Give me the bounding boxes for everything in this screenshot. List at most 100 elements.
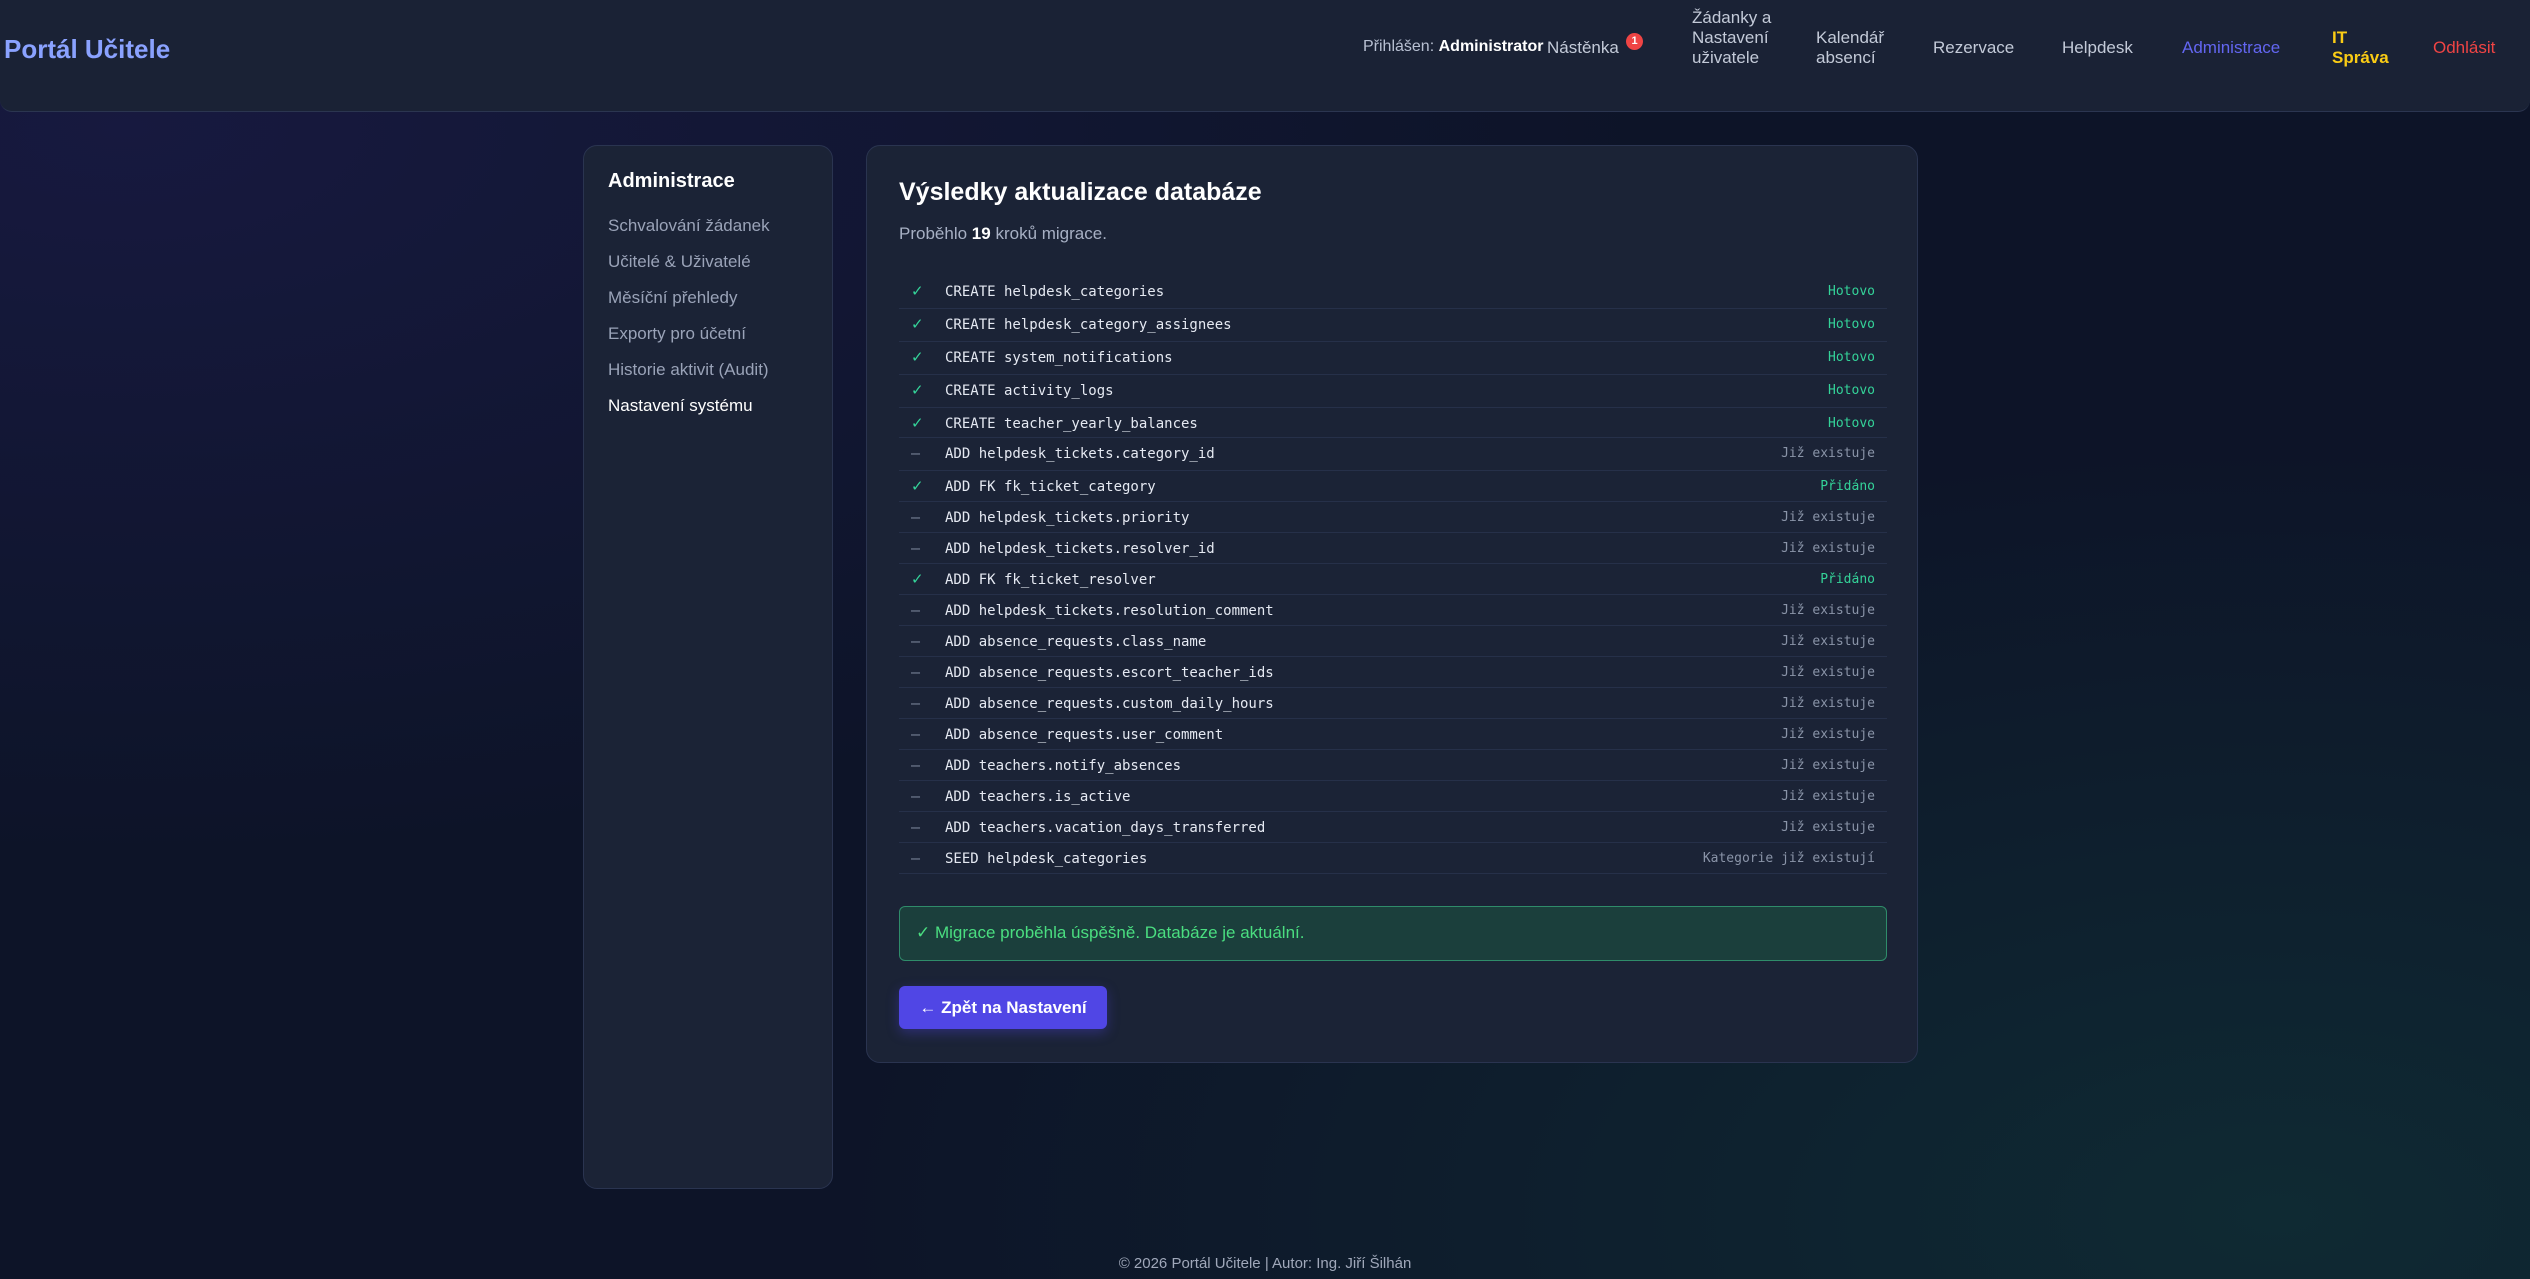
summary-suffix: kroků migrace. bbox=[995, 224, 1107, 243]
migration-steps-list: ✓ CREATE helpdesk_categories Hotovo ✓ CREATE… bbox=[899, 276, 1887, 874]
back-to-settings-button[interactable]: ← Zpět na Nastavení bbox=[899, 986, 1107, 1029]
step-status: Hotovo bbox=[1828, 416, 1875, 431]
check-icon: ✓ bbox=[911, 381, 924, 399]
dash-icon: – bbox=[911, 663, 921, 681]
page-title: Výsledky aktualizace databáze bbox=[899, 178, 1262, 206]
step-command: ADD helpdesk_tickets.category_id bbox=[945, 446, 1215, 462]
dash-icon: – bbox=[911, 444, 921, 462]
admin-sidebar: Administrace Schvalování žádanek Učitelé… bbox=[583, 145, 833, 1189]
step-status: Již existuje bbox=[1781, 696, 1875, 711]
sidebar-item-activity-history[interactable]: Historie aktivit (Audit) bbox=[608, 360, 769, 380]
step-status: Přidáno bbox=[1820, 572, 1875, 587]
check-icon: ✓ bbox=[911, 570, 924, 588]
step-status: Již existuje bbox=[1781, 541, 1875, 556]
step-command: ADD FK fk_ticket_category bbox=[945, 479, 1156, 495]
step-command: CREATE helpdesk_categories bbox=[945, 284, 1165, 300]
migration-step-row: – ADD absence_requests.escort_teacher_ids… bbox=[899, 657, 1887, 688]
brand-logo[interactable]: Portál Učitele bbox=[4, 34, 170, 65]
step-command: ADD absence_requests.user_comment bbox=[945, 727, 1224, 743]
migration-step-row: – ADD teachers.notify_absences Již existuj… bbox=[899, 750, 1887, 781]
summary-count: 19 bbox=[971, 224, 991, 243]
step-status: Hotovo bbox=[1828, 383, 1875, 398]
dash-icon: – bbox=[911, 818, 921, 836]
nav-logout[interactable]: Odhlásit bbox=[2433, 38, 2495, 58]
check-icon: ✓ bbox=[911, 315, 924, 333]
step-status: Již existuje bbox=[1781, 727, 1875, 742]
nav-dashboard-label: Nástěnka bbox=[1547, 38, 1619, 57]
dash-icon: – bbox=[911, 539, 921, 557]
step-status: Již existuje bbox=[1781, 603, 1875, 618]
nav-it-management[interactable]: IT Správa bbox=[2332, 28, 2392, 68]
nav-administration[interactable]: Administrace bbox=[2182, 38, 2280, 58]
step-status: Kategorie již existují bbox=[1702, 851, 1875, 866]
migration-step-row: ✓ CREATE activity_logs Hotovo bbox=[899, 375, 1887, 408]
step-command: SEED helpdesk_categories bbox=[945, 851, 1148, 867]
dash-icon: – bbox=[911, 694, 921, 712]
step-command: ADD helpdesk_tickets.resolver_id bbox=[945, 541, 1215, 557]
step-command: ADD absence_requests.custom_daily_hours bbox=[945, 696, 1274, 712]
check-icon: ✓ bbox=[911, 414, 924, 432]
summary-prefix: Proběhlo bbox=[899, 224, 968, 243]
step-command: ADD absence_requests.escort_teacher_ids bbox=[945, 665, 1274, 681]
sidebar-item-accounting-exports[interactable]: Exporty pro účetní bbox=[608, 324, 746, 344]
step-command: ADD absence_requests.class_name bbox=[945, 634, 1207, 650]
nav-absence-calendar[interactable]: Kalendář absencí bbox=[1816, 28, 1896, 68]
migration-step-row: – ADD absence_requests.custom_daily_hours… bbox=[899, 688, 1887, 719]
sidebar-item-request-approval[interactable]: Schvalování žádanek bbox=[608, 216, 770, 236]
logged-in-info: Přihlášen: Administrator bbox=[1363, 38, 1544, 56]
migration-step-row: – ADD teachers.is_active Již existuje bbox=[899, 781, 1887, 812]
step-status: Již existuje bbox=[1781, 634, 1875, 649]
step-status: Již existuje bbox=[1781, 820, 1875, 835]
migration-step-row: ✓ ADD FK fk_ticket_resolver Přidáno bbox=[899, 564, 1887, 595]
dash-icon: – bbox=[911, 601, 921, 619]
nav-requests[interactable]: Žádanky a Nastavení uživatele bbox=[1692, 8, 1774, 68]
step-command: CREATE teacher_yearly_balances bbox=[945, 416, 1198, 432]
migration-step-row: – ADD teachers.vacation_days_transferred J… bbox=[899, 812, 1887, 843]
nav-helpdesk[interactable]: Helpdesk bbox=[2062, 38, 2133, 58]
sidebar-item-monthly-overviews[interactable]: Měsíční přehledy bbox=[608, 288, 737, 308]
step-command: CREATE helpdesk_category_assignees bbox=[945, 317, 1232, 333]
dash-icon: – bbox=[911, 787, 921, 805]
migration-step-row: – ADD absence_requests.class_name Již exis… bbox=[899, 626, 1887, 657]
step-command: CREATE activity_logs bbox=[945, 383, 1114, 399]
dash-icon: – bbox=[911, 725, 921, 743]
step-status: Přidáno bbox=[1820, 479, 1875, 494]
migration-step-row: – ADD helpdesk_tickets.resolver_id Již exi… bbox=[899, 533, 1887, 564]
migration-results-card: Výsledky aktualizace databáze Proběhlo 1… bbox=[866, 145, 1918, 1063]
migration-step-row: – SEED helpdesk_categories Kategorie již e… bbox=[899, 843, 1887, 874]
step-command: CREATE system_notifications bbox=[945, 350, 1173, 366]
migration-step-row: ✓ ADD FK fk_ticket_category Přidáno bbox=[899, 471, 1887, 502]
logged-in-user: Administrator bbox=[1438, 38, 1544, 55]
sidebar-item-system-settings[interactable]: Nastavení systému bbox=[608, 396, 753, 416]
migration-step-row: ✓ CREATE helpdesk_categories Hotovo bbox=[899, 276, 1887, 309]
step-command: ADD FK fk_ticket_resolver bbox=[945, 572, 1156, 588]
success-alert: ✓ Migrace proběhla úspěšně. Databáze je … bbox=[899, 906, 1887, 961]
step-command: ADD teachers.vacation_days_transferred bbox=[945, 820, 1266, 836]
migration-summary: Proběhlo 19 kroků migrace. bbox=[899, 224, 1107, 244]
migration-step-row: ✓ CREATE system_notifications Hotovo bbox=[899, 342, 1887, 375]
dash-icon: – bbox=[911, 508, 921, 526]
check-icon: ✓ bbox=[911, 348, 924, 366]
logged-in-label: Přihlášen: bbox=[1363, 38, 1435, 55]
sidebar-title: Administrace bbox=[608, 170, 735, 192]
migration-step-row: – ADD helpdesk_tickets.resolution_comment… bbox=[899, 595, 1887, 626]
dash-icon: – bbox=[911, 756, 921, 774]
step-status: Již existuje bbox=[1781, 446, 1875, 461]
step-status: Hotovo bbox=[1828, 284, 1875, 299]
dash-icon: – bbox=[911, 632, 921, 650]
sidebar-item-teachers-users[interactable]: Učitelé & Uživatelé bbox=[608, 252, 751, 272]
nav-dashboard[interactable]: Nástěnka bbox=[1547, 38, 1619, 58]
step-status: Již existuje bbox=[1781, 789, 1875, 804]
step-command: ADD teachers.notify_absences bbox=[945, 758, 1182, 774]
step-command: ADD teachers.is_active bbox=[945, 789, 1131, 805]
notification-badge: 1 bbox=[1626, 33, 1643, 50]
check-icon: ✓ bbox=[911, 477, 924, 495]
step-status: Již existuje bbox=[1781, 758, 1875, 773]
step-command: ADD helpdesk_tickets.resolution_comment bbox=[945, 603, 1274, 619]
step-command: ADD helpdesk_tickets.priority bbox=[945, 510, 1190, 526]
nav-reservations[interactable]: Rezervace bbox=[1933, 38, 2014, 58]
step-status: Již existuje bbox=[1781, 510, 1875, 525]
migration-step-row: – ADD helpdesk_tickets.category_id Již exi… bbox=[899, 438, 1887, 471]
migration-step-row: ✓ CREATE helpdesk_category_assignees Hotov… bbox=[899, 309, 1887, 342]
step-status: Hotovo bbox=[1828, 350, 1875, 365]
